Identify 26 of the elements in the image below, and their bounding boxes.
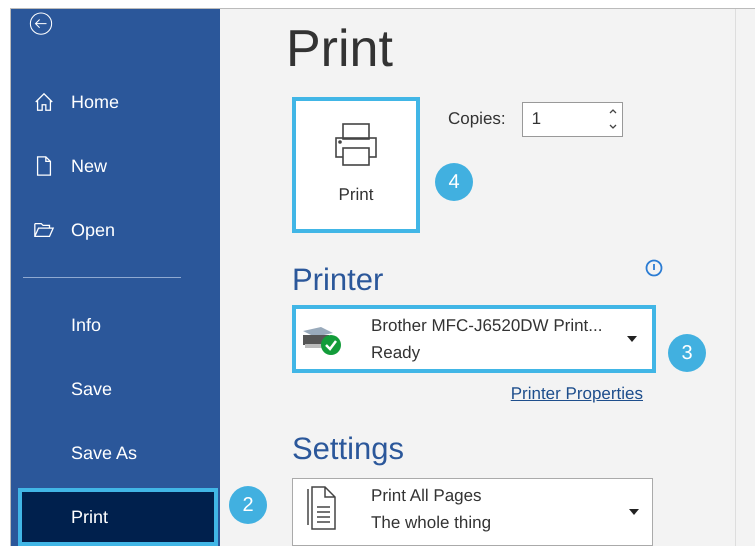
page-title: Print [286,23,394,75]
copies-label: Copies: [448,108,506,130]
sidebar-item[interactable]: Open [18,201,218,260]
settings-option: Print All Pages [371,484,628,506]
dropdown-caret-icon[interactable] [628,508,640,516]
home-icon [33,91,55,114]
printer-icon [333,122,379,168]
sidebar-item[interactable]: Save As [18,424,218,482]
printer-heading: Printer [292,264,384,295]
settings-heading: Settings [292,432,406,464]
settings-dropdown[interactable]: Print All Pages The whole thing [292,478,653,546]
printer-properties-link[interactable]: Printer Properties [510,381,643,407]
sidebar-item[interactable]: New [18,137,218,196]
info-icon[interactable] [645,259,663,277]
printer-name: Brother MFC-J6520DW Print... [371,314,604,336]
sidebar-item[interactable]: Save [18,360,218,418]
sidebar-item[interactable]: Info [18,296,218,354]
printer-status: Ready [371,342,422,364]
printer-dropdown[interactable]: Brother MFC-J6520DW Print... Ready [292,305,656,374]
sidebar-item[interactable]: Print [18,488,218,546]
dropdown-caret-icon[interactable] [626,336,638,343]
spinner-arrows-icon[interactable] [608,107,618,131]
print-button[interactable]: Print [292,97,420,233]
settings-detail: The whole thing [371,512,492,534]
copies-field[interactable]: 1 [522,102,623,136]
sidebar-item[interactable]: Home [18,73,218,132]
